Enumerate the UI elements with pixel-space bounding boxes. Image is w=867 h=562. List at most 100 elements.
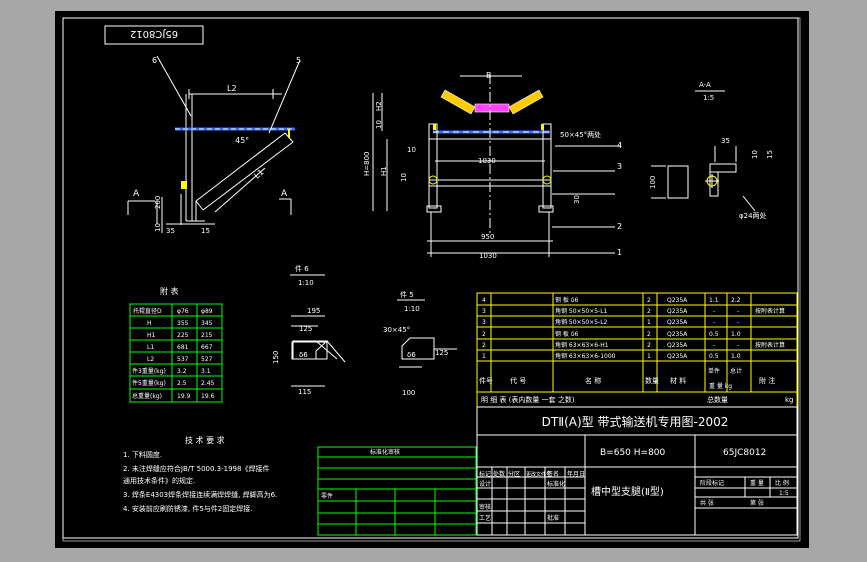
dimension-table: 附 表 托辊直径D φ76 φ89 H 355 345 H1 225 215 L… <box>129 286 223 403</box>
bom-cell: 角钢 63×63×6-1000 <box>555 352 616 360</box>
section-dim-10: 10 <box>751 150 759 159</box>
bom-cell: 1.1 <box>709 297 719 304</box>
bom-cell: 钢 板 δ6 <box>555 296 578 304</box>
title-banner: DTⅡ(A)型 带式输送机专用图-2002 <box>542 414 729 429</box>
bom-cell: 按附表计算 <box>755 341 785 349</box>
bom-cell: 角钢 63×63×6-H1 <box>555 341 609 349</box>
section-dim-100: 100 <box>649 176 657 189</box>
table1-cell: H1 <box>147 332 156 339</box>
table1-cell: 19.6 <box>201 393 215 400</box>
bom-header-5: 单件 <box>708 367 720 375</box>
bom-header-1: 代 号 <box>510 376 526 385</box>
bom-cell: 1 <box>482 353 486 360</box>
front-view: B H2 10 H=800 H1 10 10 50×45°两处 1030 30 … <box>363 71 622 260</box>
callout-1: 1 <box>617 248 622 257</box>
dim-angle: 45° <box>235 136 249 145</box>
bom-cell: 0.5 <box>709 331 719 338</box>
notes-title: 技 术 要 求 <box>185 435 225 445</box>
tb-label: 批准 <box>547 514 559 522</box>
dim-15: 15 <box>201 227 210 235</box>
tb-label: 标准化 <box>547 480 565 488</box>
dim-30: 30 <box>573 195 581 204</box>
bom-cell: Q235A <box>667 331 688 338</box>
inner-frame <box>62 17 801 542</box>
table1-cell: 527 <box>201 356 213 363</box>
table1-cell: 355 <box>177 320 189 327</box>
section-mark-a-left: A <box>133 189 140 199</box>
callout-5: 5 <box>296 56 301 65</box>
revision-table: 标准化审核 零件 <box>317 446 477 536</box>
bom-cell: 2 <box>647 331 651 338</box>
table1-cell: 225 <box>177 332 189 339</box>
part5-label: δ6 <box>407 351 416 359</box>
dim-10b: 10 <box>407 146 416 154</box>
bom-cell: 角钢 50×50×5-L1 <box>555 307 608 315</box>
dim-h: H=800 <box>363 152 371 177</box>
note-2: 2. 未注焊缝应符合JB/T 5000.3-1998《焊接件 <box>123 464 269 473</box>
bom-cell: 2.2 <box>731 297 741 304</box>
note-1: 1. 下料圆度. <box>123 450 162 459</box>
table1-title: 附 表 <box>160 286 179 296</box>
part5-title: 件 5 <box>400 290 414 299</box>
bom-cell: - <box>713 342 715 349</box>
bom-cell: Q235A <box>667 319 688 326</box>
dim-10c: 10 <box>400 173 408 182</box>
table1-cell: 681 <box>177 344 189 351</box>
bom-cell: 2 <box>647 297 651 304</box>
bom-cell: 钢 板 δ6 <box>555 330 578 338</box>
table1-cell: 215 <box>201 332 213 339</box>
bom-cell: - <box>737 342 739 349</box>
bom-cell: Q235A <box>667 297 688 304</box>
section-dim-35: 35 <box>721 137 730 145</box>
dim-10a: 10 <box>375 120 383 129</box>
dim-h2: H2 <box>375 101 383 111</box>
note-3: 3. 焊条E4303焊条焊接连续满焊焊缝, 焊脚高为6. <box>123 490 277 499</box>
part5-chamfer: 30×45° <box>383 326 410 334</box>
section-title: A-A <box>699 81 711 89</box>
part5-scale: 1:10 <box>404 305 420 313</box>
section-hole: φ24两处 <box>739 211 767 220</box>
tb-stage: 阶段标记 <box>700 479 724 487</box>
params: B=650 H=800 <box>600 448 666 458</box>
bom-header-7: 附 注 <box>759 376 775 385</box>
callout-3: 3 <box>617 162 622 171</box>
bom-cell: 0.5 <box>709 353 719 360</box>
bom-cell: 3 <box>482 319 486 326</box>
part6-scale: 1:10 <box>298 279 314 287</box>
dim-200: 200 <box>154 196 162 209</box>
bom-cell: Q235A <box>667 353 688 360</box>
bom-cell: - <box>737 319 739 326</box>
tb-label: 工艺 <box>479 514 491 522</box>
bom-cell: 2 <box>647 342 651 349</box>
drawing-canvas[interactable]: 65JC8012 6 5 L2 45° L1 A A 200 10 35 15 … <box>55 11 809 548</box>
part-name: 槽中型支腿(Ⅱ型) <box>591 485 664 498</box>
bom-cell: 1 <box>647 319 651 326</box>
rotated-code: 65JC8012 <box>130 28 178 39</box>
tb-label: 年月日 <box>567 470 585 478</box>
table1-cell: L1 <box>147 344 154 351</box>
dim-1030b: 1030 <box>479 252 497 260</box>
note-2b: 通用技术条件》的规定. <box>123 476 195 485</box>
table1-cell: 3.2 <box>177 368 187 375</box>
dim-950: 950 <box>481 233 494 241</box>
bom-cell: 按附表计算 <box>755 307 785 315</box>
part6-label: δ6 <box>299 351 308 359</box>
part6-title: 件 6 <box>295 264 309 273</box>
tb-ratio: 比 例 <box>775 479 789 487</box>
part6-dim-150: 150 <box>272 351 280 364</box>
bom-table: 4 钢 板 δ6 2 Q235A 1.1 2.2 3 角钢 50×50×5-L1… <box>476 292 798 408</box>
bom-weight-header: 重 量 kg <box>709 382 732 390</box>
bom-cell: 角钢 50×50×5-L2 <box>555 318 608 326</box>
bom-cell: 2 <box>647 308 651 315</box>
table1-cell: 2.45 <box>201 380 215 387</box>
section-aa: A-A 1:5 35 100 10 15 φ24两处 <box>649 81 774 220</box>
note-4: 4. 安装前应刷防锈漆, 件5与件2固定焊接. <box>123 504 253 513</box>
part5-dim-100: 100 <box>402 389 415 397</box>
table1-cell: L2 <box>147 356 154 363</box>
section-dim-15: 15 <box>766 150 774 159</box>
bom-cell: - <box>713 308 715 315</box>
bom-cell: 1.0 <box>731 353 741 360</box>
title-block: B=650 H=800 65JC8012 槽中型支腿(Ⅱ型) 标记 处数 分区 … <box>476 434 798 536</box>
part-6-view: 件 6 1:10 195 125 150 115 δ6 <box>272 264 346 396</box>
bom-header-6: 总计 <box>730 367 742 375</box>
